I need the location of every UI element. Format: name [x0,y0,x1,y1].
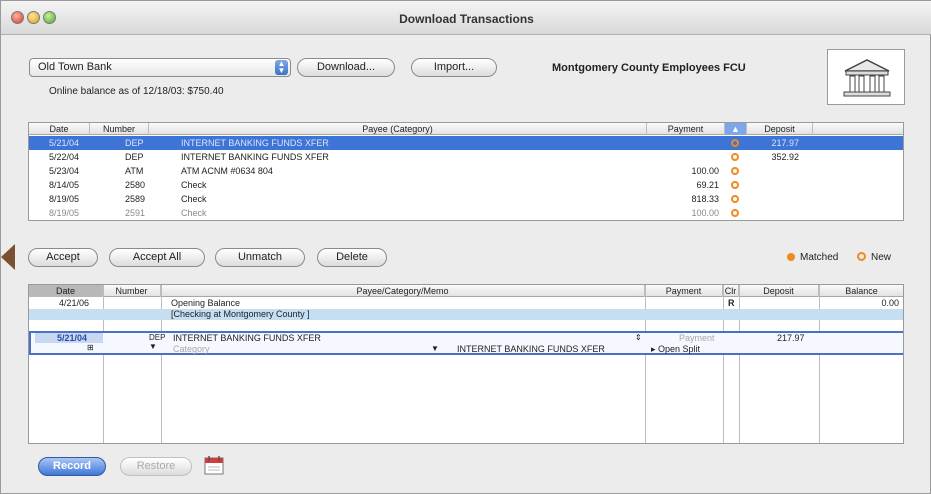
download-button[interactable]: Download... [297,58,395,77]
matched-legend-icon [787,253,795,261]
register-row-opening[interactable]: 4/21/06 Opening Balance R 0.00 [29,298,903,309]
account-popup-label: Old Town Bank [38,61,112,73]
column-header-payment[interactable]: Payment [647,123,725,135]
row-date: 4/21/06 [59,298,90,308]
bank-building-icon [843,59,891,97]
new-status-icon [731,139,739,147]
new-status-icon [731,167,739,175]
open-split-button[interactable]: ▸ Open Split [651,344,700,355]
calendar-mini-icon[interactable]: ⊞ [87,343,94,352]
number-field[interactable]: DEP [149,333,165,342]
row-payment: 100.00 [691,208,719,218]
row-date: 5/22/04 [49,152,80,162]
new-legend-label: New [871,252,892,263]
delete-button[interactable]: Delete [317,248,387,267]
online-balance: Online balance as of 12/18/03: $750.40 [49,86,224,97]
payment-field[interactable]: Payment [679,333,715,343]
open-split-label: Open Split [658,344,701,354]
register-row-transfer[interactable]: [Checking at Montgomery County ] [29,309,903,320]
row-payee: ATM ACNM #0634 804 [181,166,273,176]
downloaded-row[interactable]: 5/21/04 DEP INTERNET BANKING FUNDS XFER … [29,136,903,150]
new-status-icon [731,181,739,189]
row-number: DEP [125,152,144,162]
window-title: Download Transactions [399,12,534,26]
downloaded-row[interactable]: 5/22/04 DEP INTERNET BANKING FUNDS XFER … [29,150,903,164]
row-payee: Check [181,180,207,190]
accept-all-button[interactable]: Accept All [109,248,205,267]
download-transactions-window: Download Transactions Old Town Bank ▲ ▼ D… [0,0,931,494]
deposit-field[interactable]: 217.97 [777,333,805,343]
register-header-clr[interactable]: Clr [723,285,739,297]
column-header-number[interactable]: Number [90,123,149,135]
row-balance: 0.00 [881,298,899,308]
accept-button[interactable]: Accept [28,248,98,267]
account-popup[interactable]: Old Town Bank ▲ ▼ [29,58,291,77]
row-number: 2589 [125,194,146,204]
row-payee: Opening Balance [171,298,241,308]
bank-logo-box [827,49,905,105]
row-category: [Checking at Montgomery County ] [171,309,310,319]
row-payee: INTERNET BANKING FUNDS XFER [181,138,329,148]
row-number: DEP [125,138,144,148]
row-payment: 100.00 [691,166,719,176]
row-deposit: 217.97 [771,138,799,148]
payee-stepper-icon[interactable]: ⇕ [635,333,642,342]
unmatch-button[interactable]: Unmatch [215,248,305,267]
import-button[interactable]: Import... [411,58,497,77]
column-header-status[interactable]: ▲ [725,123,747,135]
register-header-deposit[interactable]: Deposit [739,285,819,297]
new-status-icon [731,195,739,203]
account-register: Date Number Payee/Category/Memo Payment … [28,284,904,444]
row-date: 8/19/05 [49,208,80,218]
record-button[interactable]: Record [38,457,106,476]
popup-arrows-icon: ▲ ▼ [275,60,288,75]
register-header-date[interactable]: Date [29,285,103,297]
column-header-deposit[interactable]: Deposit [747,123,813,135]
downloaded-table-header: Date Number Payee (Category) Payment ▲ D… [29,123,903,135]
column-header-payee[interactable]: Payee (Category) [149,123,647,135]
row-number: ATM [125,166,144,176]
downloaded-row[interactable]: 8/19/05 2591 Check 100.00 [29,206,903,220]
number-dropdown-icon[interactable]: ▼ [149,342,157,351]
title-bar: Download Transactions [1,1,931,35]
downloaded-transactions-table: Date Number Payee (Category) Payment ▲ D… [28,122,904,221]
register-header-payee[interactable]: Payee/Category/Memo [161,285,645,297]
payee-field[interactable]: INTERNET BANKING FUNDS XFER [173,333,321,343]
financial-institution-name: Montgomery County Employees FCU [552,62,746,74]
downloaded-row[interactable]: 8/14/05 2580 Check 69.21 [29,178,903,192]
row-deposit: 352.92 [771,152,799,162]
register-header-payment[interactable]: Payment [645,285,723,297]
row-payee: INTERNET BANKING FUNDS XFER [181,152,329,162]
downloaded-row[interactable]: 8/19/05 2589 Check 818.33 [29,192,903,206]
date-field[interactable]: 5/21/04 [35,333,103,343]
downloaded-row[interactable]: 5/23/04 ATM ATM ACNM #0634 804 100.00 [29,164,903,178]
memo-field[interactable]: INTERNET BANKING FUNDS XFER [457,344,605,354]
row-date: 8/14/05 [49,180,80,190]
new-legend-icon [857,252,866,261]
new-status-icon [731,209,739,217]
row-date: 8/19/05 [49,194,80,204]
row-number: 2591 [125,208,146,218]
restore-button[interactable]: Restore [120,457,192,476]
row-date: 5/21/04 [49,138,80,148]
category-dropdown-icon[interactable]: ▼ [431,344,439,353]
row-date: 5/23/04 [49,166,80,176]
column-header-date[interactable]: Date [29,123,90,135]
matched-legend-label: Matched [800,252,839,263]
row-clr: R [728,298,735,308]
row-number: 2580 [125,180,146,190]
register-edit-row[interactable]: 5/21/04 ⊞ DEP ▼ INTERNET BANKING FUNDS X… [29,331,903,355]
register-header-balance[interactable]: Balance [819,285,903,297]
category-field[interactable]: Category [173,344,210,354]
calendar-icon[interactable] [203,454,227,476]
row-payee: Check [181,194,207,204]
register-header-number[interactable]: Number [103,285,161,297]
row-payment: 69.21 [696,180,719,190]
row-payee: Check [181,208,207,218]
pointer-arrow-icon [1,244,15,270]
new-status-icon [731,153,739,161]
row-payment: 818.33 [691,194,719,204]
